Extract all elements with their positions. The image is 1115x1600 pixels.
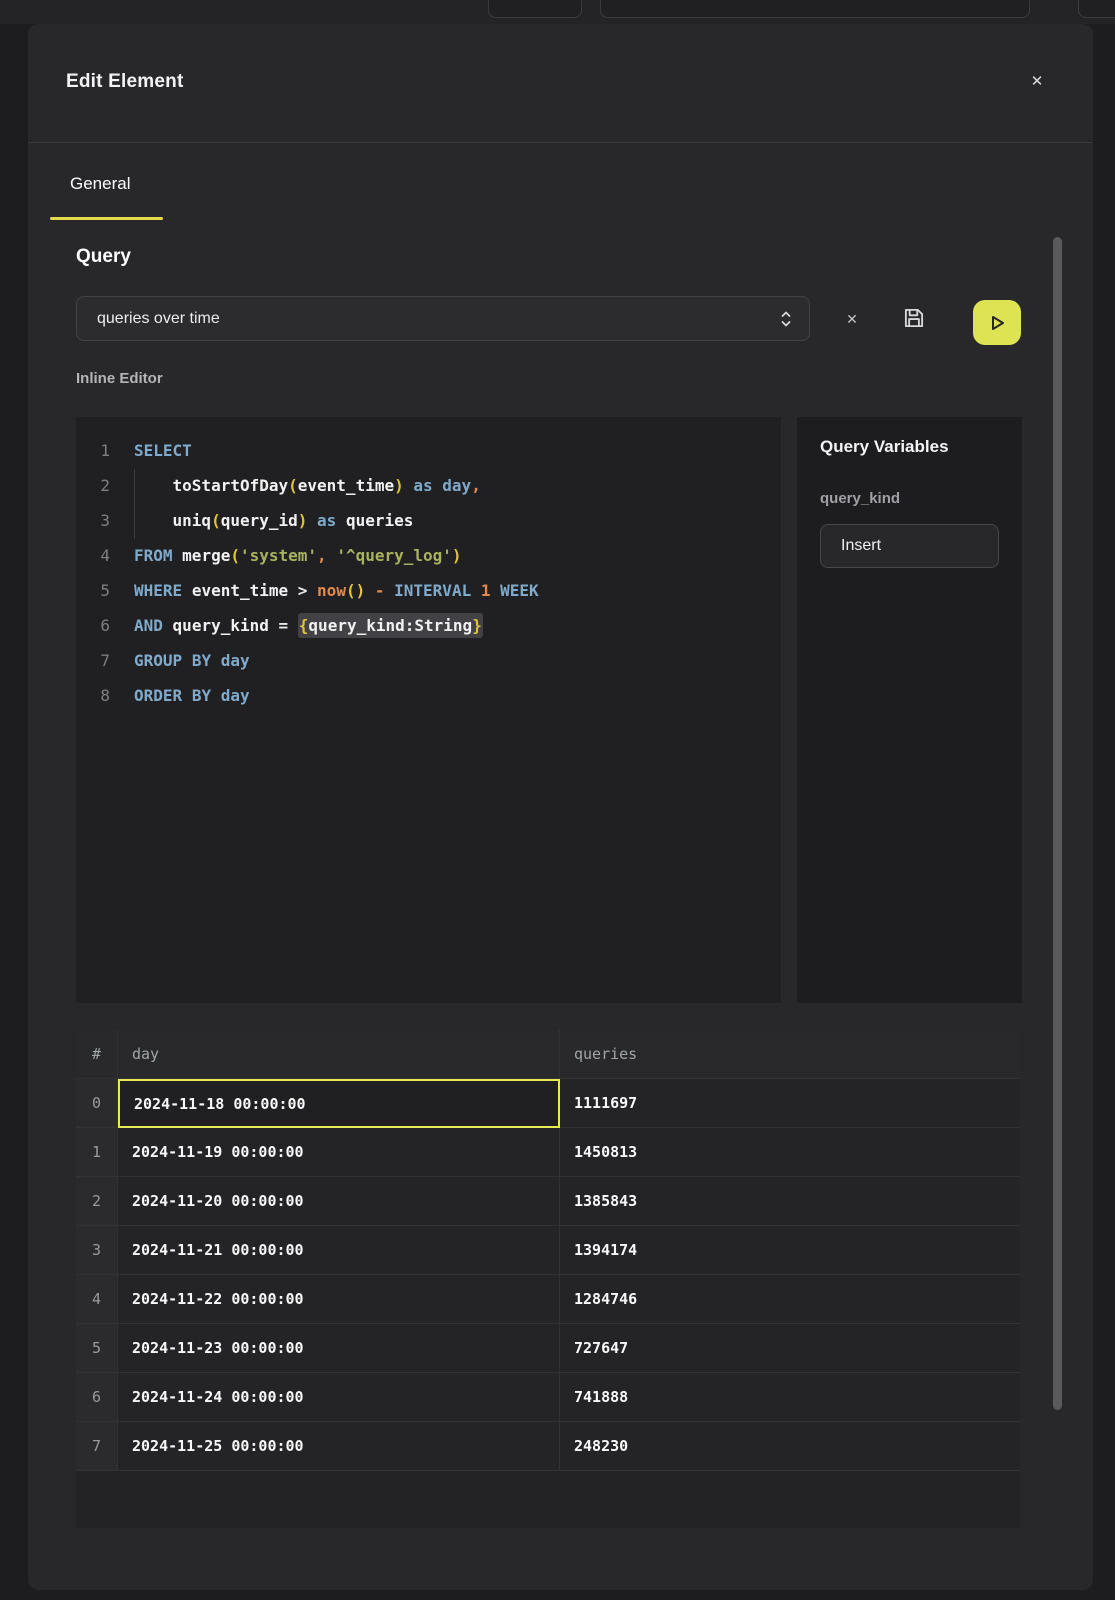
column-header-queries[interactable]: queries — [560, 1030, 1020, 1079]
background-page-top — [0, 0, 1115, 24]
code-line: 5WHERE event_time > now() - INTERVAL 1 W… — [76, 573, 781, 608]
tab-general[interactable]: General — [70, 174, 130, 194]
line-number: 1 — [76, 433, 110, 468]
code-line: 1SELECT — [76, 433, 781, 468]
table-cell-queries[interactable]: 1284746 — [560, 1275, 1020, 1324]
play-icon — [987, 313, 1007, 333]
query-select-value: queries over time — [97, 310, 779, 328]
code-line: 8ORDER BY day — [76, 678, 781, 713]
table-cell-day[interactable]: 2024-11-18 00:00:00 — [118, 1079, 560, 1128]
table-cell-queries[interactable]: 1385843 — [560, 1177, 1020, 1226]
table-cell-day[interactable]: 2024-11-24 00:00:00 — [118, 1373, 560, 1422]
code-line: 6AND query_kind = {query_kind:String} — [76, 608, 781, 643]
background-toolbar-input — [600, 0, 1030, 18]
close-icon[interactable]: ✕ — [1025, 70, 1049, 94]
code-text: AND query_kind = {query_kind:String} — [110, 608, 483, 643]
query-variables-panel: Query Variables query_kind Insert — [797, 417, 1022, 1003]
results-table: # day queries 02024-11-18 00:00:00111169… — [76, 1030, 1020, 1528]
line-number: 8 — [76, 678, 110, 713]
table-header: # day queries — [76, 1030, 1020, 1079]
inline-editor-label: Inline Editor — [76, 370, 163, 387]
table-row: 32024-11-21 00:00:001394174 — [76, 1226, 1020, 1275]
column-header-day[interactable]: day — [118, 1030, 560, 1079]
table-cell-index: 5 — [76, 1324, 118, 1373]
table-row: 42024-11-22 00:00:001284746 — [76, 1275, 1020, 1324]
table-cell-index: 3 — [76, 1226, 118, 1275]
table-cell-queries[interactable]: 741888 — [560, 1373, 1020, 1422]
table-cell-index: 7 — [76, 1422, 118, 1471]
code-text: toStartOfDay(event_time) as day, — [110, 468, 481, 503]
table-row: 52024-11-23 00:00:00727647 — [76, 1324, 1020, 1373]
background-toolbar-button — [488, 0, 582, 18]
background-toolbar-control — [1078, 0, 1115, 18]
table-cell-index: 1 — [76, 1128, 118, 1177]
table-row: 22024-11-20 00:00:001385843 — [76, 1177, 1020, 1226]
line-number: 4 — [76, 538, 110, 573]
editor-area: 1SELECT2 toStartOfDay(event_time) as day… — [76, 417, 1050, 1003]
table-row: 62024-11-24 00:00:00741888 — [76, 1373, 1020, 1422]
code-text: GROUP BY day — [110, 643, 250, 678]
table-cell-day[interactable]: 2024-11-25 00:00:00 — [118, 1422, 560, 1471]
table-row: 72024-11-25 00:00:00248230 — [76, 1422, 1020, 1471]
table-cell-queries[interactable]: 1450813 — [560, 1128, 1020, 1177]
table-cell-index: 0 — [76, 1079, 118, 1128]
table-body: 02024-11-18 00:00:00111169712024-11-19 0… — [76, 1079, 1020, 1471]
tab-active-underline — [50, 217, 163, 220]
line-number: 7 — [76, 643, 110, 678]
indent-guide — [134, 469, 135, 539]
table-cell-queries[interactable]: 1394174 — [560, 1226, 1020, 1275]
table-cell-index: 2 — [76, 1177, 118, 1226]
code-text: FROM merge('system', '^query_log') — [110, 538, 462, 573]
table-row: 12024-11-19 00:00:001450813 — [76, 1128, 1020, 1177]
table-row: 02024-11-18 00:00:001111697 — [76, 1079, 1020, 1128]
modal-scrollbar[interactable] — [1053, 237, 1062, 1410]
code-line: 4FROM merge('system', '^query_log') — [76, 538, 781, 573]
table-cell-day[interactable]: 2024-11-19 00:00:00 — [118, 1128, 560, 1177]
sql-code-editor[interactable]: 1SELECT2 toStartOfDay(event_time) as day… — [76, 417, 781, 1003]
code-text: uniq(query_id) as queries — [110, 503, 413, 538]
table-cell-queries[interactable]: 248230 — [560, 1422, 1020, 1471]
chevron-up-down-icon — [779, 308, 793, 330]
table-footer — [76, 1471, 1020, 1528]
line-number: 5 — [76, 573, 110, 608]
edit-element-modal: Edit Element ✕ General Query queries ove… — [28, 24, 1093, 1590]
modal-header: Edit Element ✕ — [28, 24, 1093, 143]
table-cell-day[interactable]: 2024-11-23 00:00:00 — [118, 1324, 560, 1373]
code-text: WHERE event_time > now() - INTERVAL 1 WE… — [110, 573, 539, 608]
table-cell-index: 6 — [76, 1373, 118, 1422]
clear-query-icon[interactable]: ✕ — [840, 307, 864, 331]
line-number: 2 — [76, 468, 110, 503]
modal-title: Edit Element — [66, 71, 183, 93]
code-text: ORDER BY day — [110, 678, 250, 713]
table-cell-index: 4 — [76, 1275, 118, 1324]
save-icon[interactable] — [901, 305, 927, 331]
run-query-button[interactable] — [973, 300, 1021, 345]
table-cell-queries[interactable]: 727647 — [560, 1324, 1020, 1373]
query-select[interactable]: queries over time — [76, 296, 810, 341]
code-line: 7GROUP BY day — [76, 643, 781, 678]
table-cell-day[interactable]: 2024-11-20 00:00:00 — [118, 1177, 560, 1226]
table-cell-day[interactable]: 2024-11-21 00:00:00 — [118, 1226, 560, 1275]
table-cell-day[interactable]: 2024-11-22 00:00:00 — [118, 1275, 560, 1324]
variable-name: query_kind — [820, 490, 1000, 507]
query-variables-heading: Query Variables — [820, 437, 1000, 457]
code-text: SELECT — [110, 433, 192, 468]
line-number: 3 — [76, 503, 110, 538]
code-line: 2 toStartOfDay(event_time) as day, — [76, 468, 781, 503]
insert-variable-button[interactable]: Insert — [820, 524, 999, 568]
line-number: 6 — [76, 608, 110, 643]
query-section-heading: Query — [76, 246, 131, 268]
code-line: 3 uniq(query_id) as queries — [76, 503, 781, 538]
column-header-index: # — [76, 1030, 118, 1079]
table-cell-queries[interactable]: 1111697 — [560, 1079, 1020, 1128]
